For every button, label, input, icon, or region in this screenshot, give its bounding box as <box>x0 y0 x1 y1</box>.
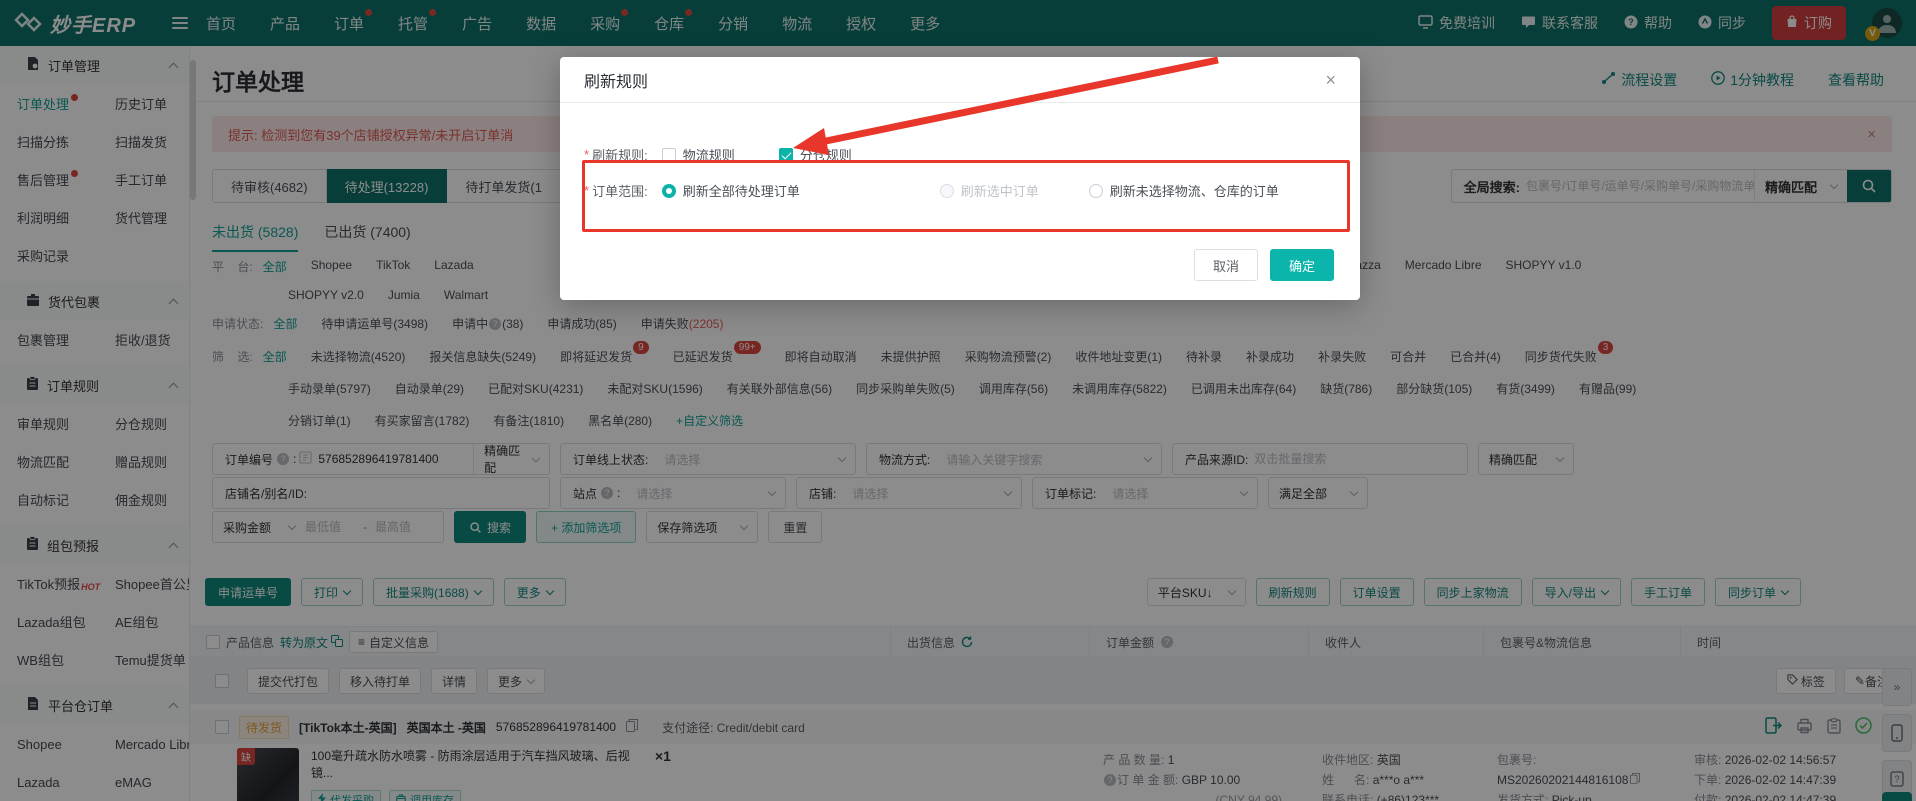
radio-label: 刷新未选择物流、仓库的订单 <box>1109 184 1279 199</box>
checkbox-label: 物流规则 <box>682 148 735 163</box>
radio-label: 刷新选中订单 <box>960 184 1039 199</box>
confirm-button[interactable]: 确定 <box>1269 249 1334 281</box>
scope-radio-selected[interactable]: 刷新选中订单 <box>939 181 1039 200</box>
radio-icon <box>1088 183 1103 198</box>
erp-screen: 妙手ERP 首页 产品 订单 托管 广告 数据 采购 仓库 分销 物流 授权 更多 免费培训 联系客服… <box>0 0 1916 801</box>
refresh-rules-modal: 刷新规则 × * 刷新规则: 物流规则 分仓规则 * 订单范围: 刷新全部待处理订… <box>560 57 1360 300</box>
order-scope-field: * 订单范围: 刷新全部待处理订单 刷新选中订单 刷新未选择物流、仓库的订单 <box>584 181 1279 200</box>
radio-label: 刷新全部待处理订单 <box>682 184 800 199</box>
checkbox-icon <box>661 147 676 162</box>
order-scope-label: 订单范围: <box>592 184 648 199</box>
refresh-rule-label: 刷新规则: <box>592 148 648 163</box>
cancel-button[interactable]: 取消 <box>1193 249 1258 281</box>
scope-radio-all[interactable]: 刷新全部待处理订单 <box>661 181 800 200</box>
rule-checkboxes: 物流规则 分仓规则 <box>661 145 896 164</box>
required-asterisk: * <box>584 183 590 198</box>
checkbox-icon <box>778 147 793 162</box>
scope-radios: 刷新全部待处理订单 刷新选中订单 刷新未选择物流、仓库的订单 <box>661 181 1279 200</box>
checkbox-label: 分仓规则 <box>799 148 852 163</box>
rule-checkbox[interactable]: 物流规则 <box>661 145 735 164</box>
radio-icon <box>939 183 954 198</box>
radio-icon <box>661 183 676 198</box>
modal-header: 刷新规则 × <box>560 57 1360 103</box>
required-asterisk: * <box>584 147 590 162</box>
modal-title: 刷新规则 <box>584 73 649 91</box>
modal-footer: 取消 确定 <box>1193 249 1334 281</box>
close-icon[interactable]: × <box>1325 71 1336 89</box>
rule-checkbox[interactable]: 分仓规则 <box>778 145 852 164</box>
refresh-rule-field: * 刷新规则: 物流规则 分仓规则 <box>584 145 896 164</box>
scope-radio-unselected-logistics[interactable]: 刷新未选择物流、仓库的订单 <box>1088 181 1279 200</box>
